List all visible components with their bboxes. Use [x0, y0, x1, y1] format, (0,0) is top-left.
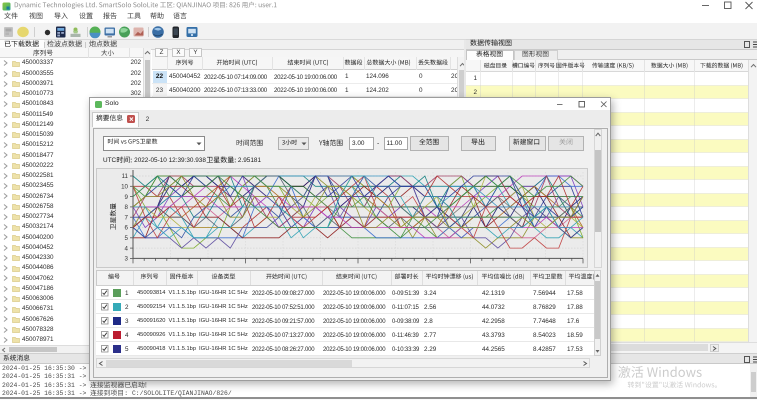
- svg-text:9: 9: [125, 194, 129, 201]
- svg-text:6: 6: [125, 225, 129, 232]
- svg-text:10: 10: [121, 184, 128, 191]
- svg-text:8: 8: [125, 204, 129, 211]
- svg-text:11: 11: [122, 173, 129, 180]
- svg-text:7: 7: [125, 214, 129, 221]
- svg-text:5: 5: [125, 235, 129, 242]
- svg-text:4: 4: [125, 245, 129, 252]
- svg-text:3: 3: [125, 256, 129, 263]
